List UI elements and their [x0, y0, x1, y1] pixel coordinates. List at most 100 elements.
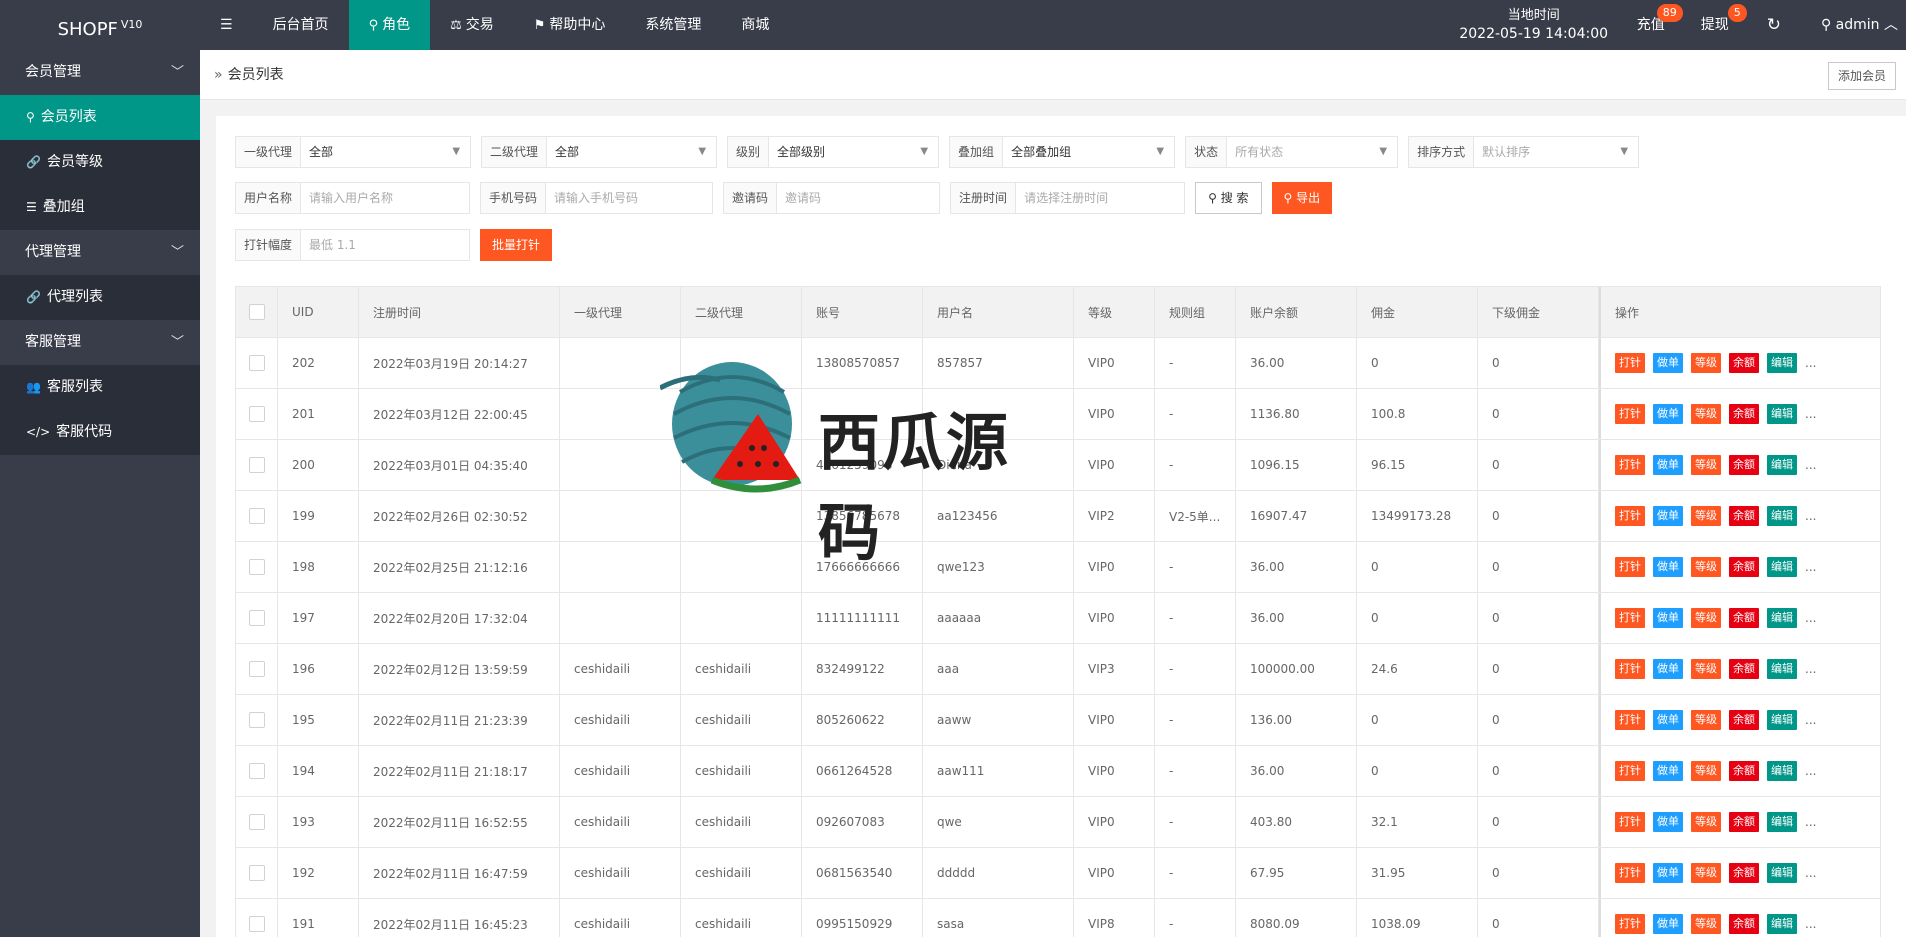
sidebar-item-service-code[interactable]: </> 客服代码	[0, 410, 200, 455]
username-input[interactable]: 请输入用户名称	[301, 183, 469, 213]
regtime-input[interactable]: 请选择注册时间	[1016, 183, 1184, 213]
more-actions-button[interactable]: ...	[1805, 713, 1816, 727]
order-button[interactable]: 做单	[1653, 659, 1683, 679]
edit-button[interactable]: 编辑	[1767, 659, 1797, 679]
nav-system[interactable]: 系统管理	[625, 0, 721, 50]
row-checkbox[interactable]	[249, 763, 265, 779]
level-select[interactable]: 级别 全部级别 ▼	[727, 136, 940, 168]
col-uid[interactable]: UID	[278, 287, 359, 337]
inject-button[interactable]: 打针	[1615, 455, 1645, 475]
row-checkbox[interactable]	[249, 406, 265, 422]
order-button[interactable]: 做单	[1653, 455, 1683, 475]
edit-button[interactable]: 编辑	[1767, 455, 1797, 475]
more-actions-button[interactable]: ...	[1805, 509, 1816, 523]
group-select[interactable]: 叠加组 全部叠加组 ▼	[949, 136, 1176, 168]
col-rulegroup[interactable]: 规则组	[1155, 287, 1236, 337]
balance-button[interactable]: 余额	[1729, 455, 1759, 475]
order-button[interactable]: 做单	[1653, 812, 1683, 832]
balance-button[interactable]: 余额	[1729, 863, 1759, 883]
refresh-icon[interactable]: ↻	[1747, 0, 1801, 50]
more-actions-button[interactable]: ...	[1805, 917, 1816, 931]
col-level[interactable]: 等级	[1074, 287, 1155, 337]
edit-button[interactable]: 编辑	[1767, 506, 1797, 526]
sidebar-item-overlay-group[interactable]: ☰ 叠加组	[0, 185, 200, 230]
level-button[interactable]: 等级	[1691, 404, 1721, 424]
more-actions-button[interactable]: ...	[1805, 815, 1816, 829]
nav-trade[interactable]: ⚖ 交易	[430, 0, 514, 50]
level-button[interactable]: 等级	[1691, 914, 1721, 934]
balance-button[interactable]: 余额	[1729, 710, 1759, 730]
row-checkbox[interactable]	[249, 457, 265, 473]
nav-role[interactable]: ⚲ 角色	[348, 0, 431, 50]
col-balance[interactable]: 账户余额	[1236, 287, 1357, 337]
row-checkbox[interactable]	[249, 814, 265, 830]
sidebar-group-service[interactable]: 客服管理 ﹀	[0, 320, 200, 365]
level-button[interactable]: 等级	[1691, 506, 1721, 526]
balance-button[interactable]: 余额	[1729, 608, 1759, 628]
sidebar-item-member-level[interactable]: 🔗 会员等级	[0, 140, 200, 185]
inject-button[interactable]: 打针	[1615, 404, 1645, 424]
sidebar-group-agents[interactable]: 代理管理 ﹀	[0, 230, 200, 275]
order-button[interactable]: 做单	[1653, 863, 1683, 883]
withdraw-link[interactable]: 提现 5	[1683, 0, 1747, 50]
inject-button[interactable]: 打针	[1615, 557, 1645, 577]
order-button[interactable]: 做单	[1653, 914, 1683, 934]
sort-select[interactable]: 排序方式 默认排序 ▼	[1408, 136, 1640, 168]
edit-button[interactable]: 编辑	[1767, 353, 1797, 373]
inject-button[interactable]: 打针	[1615, 863, 1645, 883]
order-button[interactable]: 做单	[1653, 710, 1683, 730]
row-checkbox[interactable]	[249, 916, 265, 932]
edit-button[interactable]: 编辑	[1767, 914, 1797, 934]
more-actions-button[interactable]: ...	[1805, 407, 1816, 421]
inject-button[interactable]: 打针	[1615, 506, 1645, 526]
agent2-select[interactable]: 二级代理 全部 ▼	[481, 136, 718, 168]
range-input[interactable]: 最低 1.1	[301, 230, 469, 260]
balance-button[interactable]: 余额	[1729, 506, 1759, 526]
level-button[interactable]: 等级	[1691, 659, 1721, 679]
level-button[interactable]: 等级	[1691, 608, 1721, 628]
more-actions-button[interactable]: ...	[1805, 866, 1816, 880]
inject-button[interactable]: 打针	[1615, 353, 1645, 373]
more-actions-button[interactable]: ...	[1805, 662, 1816, 676]
col-sub-commission[interactable]: 下级佣金	[1478, 287, 1599, 337]
inject-button[interactable]: 打针	[1615, 659, 1645, 679]
balance-button[interactable]: 余额	[1729, 659, 1759, 679]
edit-button[interactable]: 编辑	[1767, 557, 1797, 577]
inject-button[interactable]: 打针	[1615, 914, 1645, 934]
level-button[interactable]: 等级	[1691, 710, 1721, 730]
edit-button[interactable]: 编辑	[1767, 710, 1797, 730]
row-checkbox[interactable]	[249, 865, 265, 881]
more-actions-button[interactable]: ...	[1805, 560, 1816, 574]
admin-menu[interactable]: ⚲ admin ︿	[1801, 0, 1906, 50]
balance-button[interactable]: 余额	[1729, 557, 1759, 577]
edit-button[interactable]: 编辑	[1767, 812, 1797, 832]
inject-button[interactable]: 打针	[1615, 608, 1645, 628]
more-actions-button[interactable]: ...	[1805, 356, 1816, 370]
agent1-select[interactable]: 一级代理 全部 ▼	[235, 136, 472, 168]
batch-inject-button[interactable]: 批量打针	[480, 229, 553, 261]
nav-mall[interactable]: 商城	[721, 0, 789, 50]
edit-button[interactable]: 编辑	[1767, 608, 1797, 628]
row-checkbox[interactable]	[249, 508, 265, 524]
balance-button[interactable]: 余额	[1729, 761, 1759, 781]
row-checkbox[interactable]	[249, 559, 265, 575]
inject-button[interactable]: 打针	[1615, 812, 1645, 832]
invite-field[interactable]: 邀请码 邀请码	[723, 182, 941, 214]
more-actions-button[interactable]: ...	[1805, 458, 1816, 472]
level-button[interactable]: 等级	[1691, 455, 1721, 475]
select-all-checkbox[interactable]	[249, 304, 265, 320]
level-button[interactable]: 等级	[1691, 863, 1721, 883]
balance-button[interactable]: 余额	[1729, 353, 1759, 373]
level-button[interactable]: 等级	[1691, 557, 1721, 577]
order-button[interactable]: 做单	[1653, 404, 1683, 424]
order-button[interactable]: 做单	[1653, 353, 1683, 373]
balance-button[interactable]: 余额	[1729, 812, 1759, 832]
edit-button[interactable]: 编辑	[1767, 761, 1797, 781]
inject-button[interactable]: 打针	[1615, 761, 1645, 781]
range-field[interactable]: 打针幅度 最低 1.1	[235, 229, 471, 261]
col-agent2[interactable]: 二级代理	[681, 287, 802, 337]
edit-button[interactable]: 编辑	[1767, 863, 1797, 883]
col-account[interactable]: 账号	[802, 287, 923, 337]
sidebar-item-agent-list[interactable]: 🔗 代理列表	[0, 275, 200, 320]
order-button[interactable]: 做单	[1653, 761, 1683, 781]
